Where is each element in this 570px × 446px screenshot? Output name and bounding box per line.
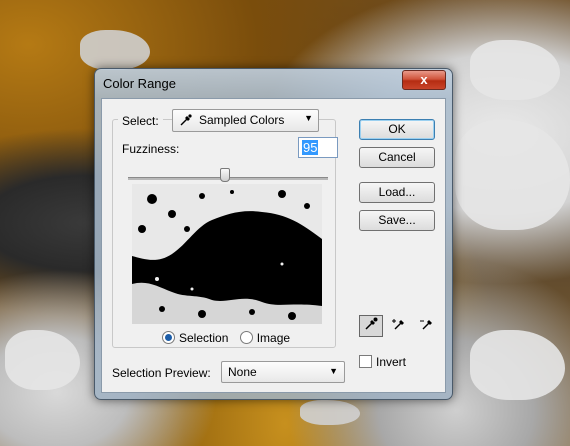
fuzziness-value: 95 <box>302 140 319 155</box>
dialog-body: Select: Sampled Colors ▼ Fuzziness: 95 S… <box>101 98 446 393</box>
selection-radio-label: Selection <box>179 331 229 345</box>
background-flake <box>455 120 570 230</box>
eyedropper-plus-icon <box>392 319 404 330</box>
fuzziness-label: Fuzziness: <box>122 142 180 156</box>
eyedropper-icon <box>365 317 378 330</box>
title-bar[interactable]: Color Range x <box>95 69 452 97</box>
add-to-sample-tool[interactable] <box>387 315 411 337</box>
eyedropper-icon <box>179 113 193 130</box>
select-label: Select: <box>118 114 163 128</box>
background-flake <box>470 330 565 400</box>
dialog-title: Color Range <box>103 76 176 91</box>
selection-preview-image <box>132 184 322 324</box>
selection-preview-value: None <box>228 365 257 379</box>
subtract-from-sample-tool[interactable] <box>415 315 439 337</box>
chevron-down-icon: ▼ <box>329 366 338 376</box>
checkbox-icon <box>359 355 372 368</box>
invert-label: Invert <box>376 355 407 369</box>
eyedropper-minus-icon <box>420 320 432 330</box>
selection-preview-dropdown[interactable]: None ▼ <box>221 361 345 383</box>
eyedropper-tool[interactable] <box>359 315 383 337</box>
selection-radio[interactable]: Selection <box>162 331 228 345</box>
image-radio[interactable]: Image <box>239 331 291 345</box>
invert-checkbox[interactable]: Invert <box>359 355 406 369</box>
background-flake <box>80 30 150 70</box>
fuzziness-slider-thumb[interactable] <box>220 168 230 182</box>
radio-selected-icon <box>162 331 175 344</box>
radio-unselected-icon <box>239 331 253 344</box>
view-mode-radio-group: Selection Image <box>162 331 298 345</box>
select-value: Sampled Colors <box>199 113 285 127</box>
image-radio-label: Image <box>256 331 291 345</box>
color-range-dialog: Color Range x Select: Sampled Colors ▼ F… <box>94 68 453 400</box>
save-button[interactable]: Save... <box>359 210 435 231</box>
background-flake <box>5 330 80 390</box>
close-button[interactable]: x <box>402 70 446 90</box>
load-button[interactable]: Load... <box>359 182 435 203</box>
background-flake <box>470 40 560 100</box>
background-flake <box>300 400 360 425</box>
cancel-button[interactable]: Cancel <box>359 147 435 168</box>
chevron-down-icon: ▼ <box>304 113 313 123</box>
ok-button[interactable]: OK <box>359 119 435 140</box>
selection-preview-label: Selection Preview: <box>112 366 211 380</box>
select-dropdown[interactable]: Sampled Colors ▼ <box>172 109 319 132</box>
fuzziness-input[interactable]: 95 <box>298 137 338 158</box>
close-icon: x <box>420 72 428 87</box>
